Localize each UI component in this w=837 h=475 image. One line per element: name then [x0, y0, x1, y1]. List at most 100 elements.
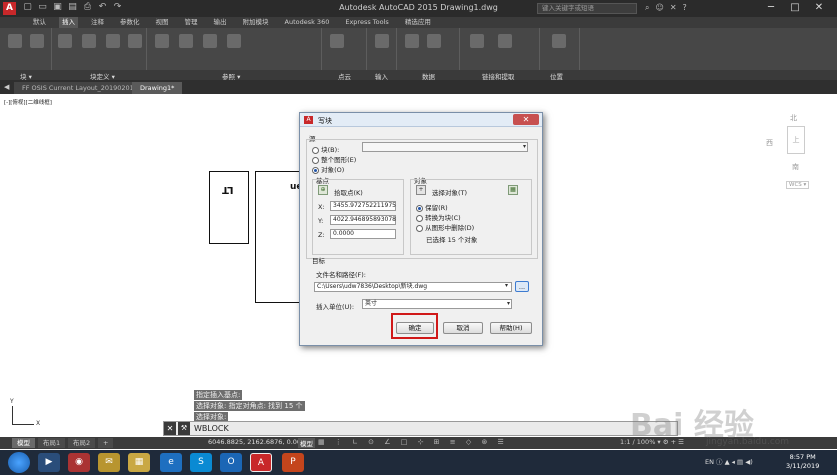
extract-data-icon[interactable] — [498, 34, 512, 48]
media-player-icon[interactable]: ▶ — [38, 453, 60, 472]
model-space-button[interactable]: 模型 — [298, 438, 315, 448]
radio-convert[interactable] — [416, 214, 423, 222]
filename-input[interactable]: C:\Users\udw7836\Desktop\新块.dwg — [314, 282, 512, 292]
viewcube-top-face[interactable]: 上 — [788, 135, 804, 145]
tab-output[interactable]: 输出 — [211, 17, 230, 28]
wcs-menu[interactable]: WCS ▾ — [786, 181, 810, 189]
windows-taskbar: ▶ ◉ ✉ ▦ e S O A P EN ⓘ ▲ ◂ ▤ ◀) 8:57 PM … — [0, 450, 837, 475]
start-tab-icon[interactable]: ◀ — [4, 83, 9, 91]
viewcube-north[interactable]: 北 — [790, 113, 797, 123]
block-name-combo[interactable]: ▾ — [362, 142, 528, 152]
command-input[interactable]: WBLOCK — [194, 424, 229, 433]
tab-a360[interactable]: Autodesk 360 — [282, 17, 333, 28]
clip-icon[interactable] — [179, 34, 193, 48]
powerpoint-icon[interactable]: P — [282, 453, 304, 472]
attach-icon[interactable] — [155, 34, 169, 48]
tab-addins[interactable]: 附加模块 — [240, 17, 272, 28]
clock[interactable]: 8:57 PM 3/11/2019 — [786, 453, 819, 471]
search-input[interactable]: 键入关键字或短语 — [537, 3, 637, 14]
data-link-icon[interactable] — [470, 34, 484, 48]
tab-parametric[interactable]: 参数化 — [117, 17, 143, 28]
edit-attribute-icon[interactable] — [30, 34, 44, 48]
tab-insert[interactable]: 插入 — [59, 17, 78, 28]
radio-retain-row[interactable]: 保留(R) — [416, 202, 448, 212]
add-layout-button[interactable]: + — [98, 438, 114, 448]
radio-convert-row[interactable]: 转换为块(C) — [416, 212, 461, 222]
insert-block-icon[interactable] — [8, 34, 22, 48]
radio-block-row[interactable]: 块(B): — [312, 144, 339, 154]
adjust-icon[interactable] — [203, 34, 217, 48]
close-button[interactable]: ✕ — [808, 0, 830, 16]
file-tab-drawing1[interactable]: Drawing1* — [132, 82, 183, 94]
mail-icon[interactable]: ✉ — [98, 453, 120, 472]
radio-delete-row[interactable]: 从图形中删除(D) — [416, 222, 474, 232]
layout-tab-2[interactable]: 布局2 — [68, 438, 96, 448]
outlook-icon[interactable]: O — [220, 453, 242, 472]
tab-express-tools[interactable]: Express Tools — [342, 17, 391, 28]
system-tray[interactable]: EN ⓘ ▲ ◂ ▤ ◀) — [705, 456, 753, 466]
select-objects-label[interactable]: 选择对象(T) — [432, 187, 467, 197]
exchange-icon[interactable]: ✕ — [670, 3, 677, 13]
radio-retain[interactable] — [416, 204, 423, 212]
select-objects-icon[interactable]: + — [416, 185, 426, 195]
set-location-icon[interactable] — [552, 34, 566, 48]
status-toggle-icons[interactable]: ▦ ⋮ ∟ ⊙ ∠ □ ⊹ ⊞ ≡ ◇ ⊛ ☰ — [318, 438, 508, 446]
pick-point-label[interactable]: 拾取点(K) — [334, 187, 363, 197]
cancel-button[interactable]: 取消 — [443, 322, 483, 334]
units-select[interactable]: 英寸 ▾ — [362, 299, 512, 309]
radio-block[interactable] — [312, 146, 319, 154]
quick-select-icon[interactable]: ▦ — [508, 185, 518, 195]
pdf-import-icon[interactable] — [375, 34, 389, 48]
ie-icon[interactable]: e — [160, 453, 182, 472]
viewport-label[interactable]: [-][俯视][二维线框] — [4, 98, 52, 106]
radio-objects-row[interactable]: 对象(O) — [312, 164, 344, 174]
start-button-icon[interactable] — [8, 452, 30, 473]
chevron-down-icon[interactable]: ▾ — [505, 282, 508, 289]
tab-default[interactable]: 默认 — [30, 17, 49, 28]
underlay-layers-icon[interactable] — [227, 34, 241, 48]
create-block-icon[interactable] — [58, 34, 72, 48]
viewcube-west[interactable]: 西 — [766, 138, 773, 148]
help-icon[interactable]: ? — [683, 3, 687, 13]
close-icon[interactable]: ✕ — [164, 422, 176, 435]
minimize-button[interactable]: ─ — [760, 0, 782, 16]
wrench-icon[interactable]: ⚒ — [178, 422, 190, 435]
radio-objects[interactable] — [312, 166, 319, 174]
x-input[interactable]: 3455.972752211975 — [330, 201, 396, 211]
user-icon[interactable]: ☺ — [655, 3, 663, 13]
ole-object-icon[interactable] — [405, 34, 419, 48]
tab-annotate[interactable]: 注释 — [88, 17, 107, 28]
maximize-button[interactable]: □ — [784, 0, 806, 16]
autodesk-recap-icon[interactable] — [330, 34, 344, 48]
dialog-close-button[interactable]: ✕ — [513, 114, 539, 125]
layout-tab-model[interactable]: 模型 — [12, 438, 35, 448]
block-editor-icon[interactable] — [128, 34, 142, 48]
layout-tab-1[interactable]: 布局1 — [38, 438, 66, 448]
define-attribute-icon[interactable] — [82, 34, 96, 48]
pick-point-icon[interactable]: ⊕ — [318, 185, 328, 195]
radio-entire-drawing[interactable] — [312, 156, 319, 164]
radio-entire-row[interactable]: 整个图形(E) — [312, 154, 356, 164]
window-title: Autodesk AutoCAD 2015 Drawing1.dwg — [339, 3, 498, 12]
file-tab-layout[interactable]: FF OSIS Current Layout_20190201* — [14, 82, 146, 94]
viewcube[interactable]: 上 — [787, 126, 805, 154]
explorer-icon[interactable]: ▦ — [128, 453, 150, 472]
y-input[interactable]: 4022.946895893078 — [330, 215, 396, 225]
ucs-x-label: X — [36, 420, 41, 427]
manage-attributes-icon[interactable] — [106, 34, 120, 48]
skype-icon[interactable]: S — [190, 453, 212, 472]
dialog-title: 写块 — [318, 117, 332, 125]
tab-manage[interactable]: 管理 — [182, 17, 201, 28]
viewcube-south[interactable]: 南 — [792, 162, 799, 172]
z-input[interactable]: 0.0000 — [330, 229, 396, 239]
command-line[interactable]: ✕ ⚒ WBLOCK — [163, 421, 678, 436]
radio-delete[interactable] — [416, 224, 423, 232]
autocad-taskbar-icon[interactable]: A — [250, 453, 272, 472]
browse-button[interactable]: ... — [515, 281, 529, 292]
search-icon[interactable]: ⌕ — [645, 3, 649, 13]
tab-featured-apps[interactable]: 精选应用 — [402, 17, 434, 28]
help-button[interactable]: 帮助(H) — [490, 322, 532, 334]
browser-icon[interactable]: ◉ — [68, 453, 90, 472]
tab-view[interactable]: 视图 — [153, 17, 172, 28]
hyperlink-icon[interactable] — [427, 34, 441, 48]
